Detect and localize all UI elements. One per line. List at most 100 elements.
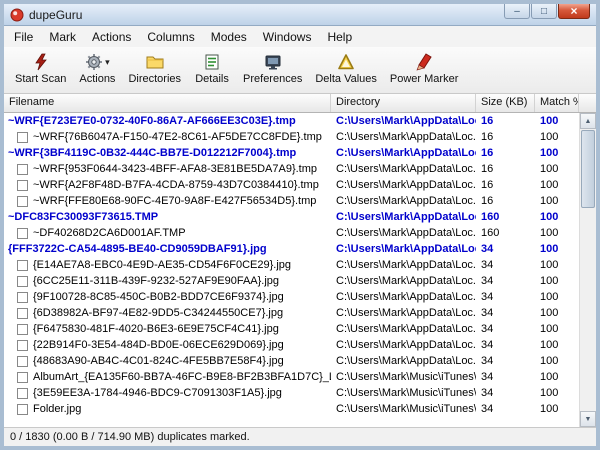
cell-filename: ~WRF{E723E7E0-0732-40F0-86A7-AF666EE3C03…	[4, 113, 331, 129]
mark-checkbox[interactable]	[17, 372, 28, 383]
title-bar[interactable]: dupeGuru – □ ×	[4, 4, 596, 26]
cell-size: 160	[476, 225, 535, 241]
duplicate-file-row[interactable]: ~WRF{FFE80E68-90FC-4E70-9A8F-E427F56534D…	[4, 193, 579, 209]
cell-match: 100	[535, 305, 579, 321]
cell-directory: C:\Users\Mark\AppData\Loc...	[331, 353, 476, 369]
duplicate-group-row[interactable]: ~WRF{E723E7E0-0732-40F0-86A7-AF666EE3C03…	[4, 113, 579, 129]
duplicate-file-row[interactable]: AlbumArt_{EA135F60-BB7A-46FC-B9E8-BF2B3B…	[4, 369, 579, 385]
menu-mark[interactable]: Mark	[41, 28, 84, 46]
duplicate-file-row[interactable]: ~DF40268D2CA6D001AF.TMPC:\Users\Mark\App…	[4, 225, 579, 241]
directories-button[interactable]: Directories	[123, 50, 186, 87]
menu-file[interactable]: File	[6, 28, 41, 46]
column-header-size[interactable]: Size (KB)	[476, 94, 535, 112]
actions-label: Actions	[79, 73, 115, 85]
actions-button[interactable]: ▾ Actions	[74, 50, 120, 87]
cell-size: 34	[476, 321, 535, 337]
filename-text: ~DF40268D2CA6D001AF.TMP	[33, 225, 186, 241]
power-marker-icon	[415, 52, 433, 72]
mark-checkbox[interactable]	[17, 308, 28, 319]
actions-gear-icon	[85, 53, 103, 71]
duplicate-file-row[interactable]: {F6475830-481F-4020-B6E3-6E9E75CF4C41}.j…	[4, 321, 579, 337]
minimize-button[interactable]: –	[504, 4, 530, 19]
mark-checkbox[interactable]	[17, 260, 28, 271]
duplicate-group-row[interactable]: ~WRF{3BF4119C-0B32-444C-BB7E-D012212F700…	[4, 145, 579, 161]
cell-size: 16	[476, 145, 535, 161]
menu-actions[interactable]: Actions	[84, 28, 139, 46]
cell-filename: ~WRF{A2F8F48D-B7FA-4CDA-8759-43D7C038441…	[4, 177, 331, 193]
mark-checkbox[interactable]	[17, 164, 28, 175]
duplicate-file-row[interactable]: {3E59EE3A-1784-4946-BDC9-C7091303F1A5}.j…	[4, 385, 579, 401]
duplicate-file-row[interactable]: {48683A90-AB4C-4C01-824C-4FE5BB7E58F4}.j…	[4, 353, 579, 369]
cell-filename: AlbumArt_{EA135F60-BB7A-46FC-B9E8-BF2B3B…	[4, 369, 331, 385]
vertical-scrollbar[interactable]: ▲ ▼	[579, 113, 596, 427]
column-header-filename[interactable]: Filename	[4, 94, 331, 112]
cell-directory: C:\Users\Mark\AppData\Loc...	[331, 305, 476, 321]
cell-size: 34	[476, 353, 535, 369]
mark-checkbox[interactable]	[17, 276, 28, 287]
cell-directory: C:\Users\Mark\AppData\Loc...	[331, 129, 476, 145]
duplicate-file-row[interactable]: {6CC25E11-311B-439F-9232-527AF9E90FAA}.j…	[4, 273, 579, 289]
duplicate-file-row[interactable]: ~WRF{A2F8F48D-B7FA-4CDA-8759-43D7C038441…	[4, 177, 579, 193]
menu-help[interactable]: Help	[319, 28, 360, 46]
cell-match: 100	[535, 177, 579, 193]
scrollbar-thumb[interactable]	[581, 130, 595, 208]
cell-match: 100	[535, 353, 579, 369]
start-scan-icon	[32, 52, 50, 72]
menu-columns[interactable]: Columns	[139, 28, 202, 46]
column-header-spacer	[579, 94, 596, 112]
duplicate-file-row[interactable]: {6D38982A-BF97-4E82-9DD5-C34244550CE7}.j…	[4, 305, 579, 321]
mark-checkbox[interactable]	[17, 292, 28, 303]
cell-filename: ~WRF{3BF4119C-0B32-444C-BB7E-D012212F700…	[4, 145, 331, 161]
column-header-match[interactable]: Match %	[535, 94, 579, 112]
duplicate-file-row[interactable]: ~WRF{953F0644-3423-4BFF-AFA8-3E81BE5DA7A…	[4, 161, 579, 177]
mark-checkbox[interactable]	[17, 132, 28, 143]
preferences-button[interactable]: Preferences	[238, 50, 307, 87]
close-button[interactable]: ×	[558, 4, 590, 19]
mark-checkbox[interactable]	[17, 228, 28, 239]
details-button[interactable]: Details	[189, 50, 235, 87]
duplicate-group-row[interactable]: {FFF3722C-CA54-4895-BE40-CD9059DBAF91}.j…	[4, 241, 579, 257]
duplicate-file-row[interactable]: Folder.jpgC:\Users\Mark\Music\iTunes\i..…	[4, 401, 579, 417]
filename-text: {3E59EE3A-1784-4946-BDC9-C7091303F1A5}.j…	[33, 385, 282, 401]
duplicate-file-row[interactable]: ~WRF{76B6047A-F150-47E2-8C61-AF5DE7CC8FD…	[4, 129, 579, 145]
duplicate-file-row[interactable]: {9F100728-8C85-450C-B0B2-BDD7CE6F9374}.j…	[4, 289, 579, 305]
status-bar: 0 / 1830 (0.00 B / 714.90 MB) duplicates…	[4, 427, 596, 446]
mark-checkbox[interactable]	[17, 324, 28, 335]
menu-windows[interactable]: Windows	[255, 28, 320, 46]
maximize-button[interactable]: □	[531, 4, 557, 19]
scroll-up-arrow[interactable]: ▲	[580, 113, 596, 129]
cell-match: 100	[535, 129, 579, 145]
filename-text: {48683A90-AB4C-4C01-824C-4FE5BB7E58F4}.j…	[33, 353, 284, 369]
mark-checkbox[interactable]	[17, 356, 28, 367]
menu-modes[interactable]: Modes	[203, 28, 255, 46]
app-window: dupeGuru – □ × File Mark Actions Columns…	[0, 0, 600, 450]
mark-checkbox[interactable]	[17, 180, 28, 191]
column-header-directory[interactable]: Directory	[331, 94, 476, 112]
cell-filename: {FFF3722C-CA54-4895-BE40-CD9059DBAF91}.j…	[4, 241, 331, 257]
duplicate-file-row[interactable]: {22B914F0-3E54-484D-BD0E-06ECE629D069}.j…	[4, 337, 579, 353]
filename-text: {F6475830-481F-4020-B6E3-6E9E75CF4C41}.j…	[33, 321, 279, 337]
cell-size: 34	[476, 273, 535, 289]
mark-checkbox[interactable]	[17, 340, 28, 351]
cell-match: 100	[535, 145, 579, 161]
mark-checkbox[interactable]	[17, 196, 28, 207]
mark-checkbox[interactable]	[17, 404, 28, 415]
cell-size: 16	[476, 113, 535, 129]
cell-match: 100	[535, 369, 579, 385]
cell-directory: C:\Users\Mark\AppData\Loc...	[331, 257, 476, 273]
cell-filename: ~WRF{FFE80E68-90FC-4E70-9A8F-E427F56534D…	[4, 193, 331, 209]
cell-size: 34	[476, 369, 535, 385]
scroll-down-arrow[interactable]: ▼	[580, 411, 596, 427]
cell-filename: {6D38982A-BF97-4E82-9DD5-C34244550CE7}.j…	[4, 305, 331, 321]
details-icon	[203, 52, 221, 72]
mark-checkbox[interactable]	[17, 388, 28, 399]
duplicate-file-row[interactable]: {E14AE7A8-EBC0-4E9D-AE35-CD54F6F0CE29}.j…	[4, 257, 579, 273]
cell-filename: {22B914F0-3E54-484D-BD0E-06ECE629D069}.j…	[4, 337, 331, 353]
cell-match: 100	[535, 241, 579, 257]
filename-text: ~WRF{E723E7E0-0732-40F0-86A7-AF666EE3C03…	[8, 113, 296, 129]
start-scan-button[interactable]: Start Scan	[10, 50, 71, 87]
power-marker-button[interactable]: Power Marker	[385, 50, 463, 87]
start-scan-label: Start Scan	[15, 73, 66, 85]
delta-values-button[interactable]: Delta Values	[310, 50, 382, 87]
duplicate-group-row[interactable]: ~DFC83FC30093F73615.TMPC:\Users\Mark\App…	[4, 209, 579, 225]
